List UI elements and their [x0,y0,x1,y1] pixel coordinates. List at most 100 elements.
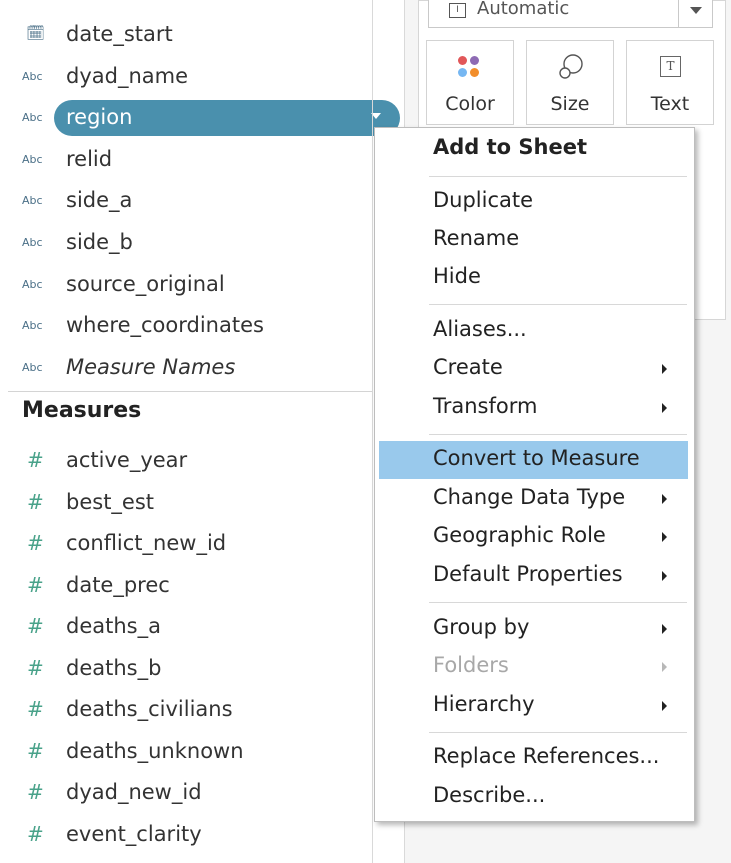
field-label: dyad_new_id [66,780,202,804]
hash-icon: # [27,738,44,763]
abc-icon: Abc [22,194,43,208]
chevron-right-icon [662,403,667,413]
field-deaths_civilians[interactable]: # deaths_civilians [0,691,372,731]
menu-item-geographic-role[interactable]: Geographic Role [375,518,694,556]
abc-icon: Abc [22,152,43,166]
hash-icon: # [27,655,44,680]
menu-item-label: Folders [433,653,509,677]
chevron-down-icon[interactable] [678,0,712,27]
field-label: deaths_civilians [66,697,233,721]
field-relid[interactable]: Abc relid [0,141,372,181]
field-label: where_coordinates [66,313,264,338]
abc-icon: Abc [22,360,43,374]
field-deaths_b[interactable]: # deaths_b [0,650,372,690]
menu-item-transform[interactable]: Transform [375,389,694,427]
field-date_start[interactable]: 🗓 date_start [0,16,372,56]
menu-item-aliases[interactable]: Aliases... [375,312,694,350]
field-side_b[interactable]: Abc side_b [0,224,372,264]
field-best_est[interactable]: # best_est [0,484,372,524]
menu-item-describe[interactable]: Describe... [375,778,694,816]
menu-item-create[interactable]: Create [375,350,694,388]
menu-item-replace-references[interactable]: Replace References... [375,739,694,777]
text-button[interactable]: T Text [626,40,714,125]
chevron-right-icon [662,662,667,672]
hash-icon: # [27,614,44,638]
menu-item-label: Describe... [433,783,546,807]
menu-item-add-to-sheet[interactable]: Add to Sheet [375,130,694,168]
field-deaths_a[interactable]: # deaths_a [0,608,372,648]
field-event_clarity[interactable]: # event_clarity [0,816,372,856]
field-measure-names[interactable]: Abc Measure Names [0,349,372,389]
field-conflict_new_id[interactable]: # conflict_new_id [0,525,372,565]
section-divider [8,391,372,392]
menu-item-label: Create [433,355,503,379]
menu-item-label: Add to Sheet [433,135,588,159]
size-button[interactable]: Size [526,40,614,125]
menu-item-label: Geographic Role [433,523,606,547]
chevron-right-icon [662,532,667,542]
field-label: side_a [66,188,133,213]
menu-item-rename[interactable]: Rename [375,221,694,259]
field-region[interactable]: Abc region [0,99,400,139]
menu-item-label: Change Data Type [433,485,626,509]
menu-item-convert-to-measure[interactable]: Convert to Measure [379,441,688,479]
field-label: deaths_unknown [66,738,244,763]
menu-item-label: Group by [433,615,530,639]
hash-icon: # [27,572,44,597]
menu-item-label: Hide [433,264,481,288]
size-circles-icon [559,54,583,79]
menu-item-label: Duplicate [433,188,534,212]
menu-item-hide[interactable]: Hide [375,259,694,297]
menu-item-label: Aliases... [433,317,527,341]
context-menu: Add to Sheet Duplicate Rename Hide Aliases..… [374,127,695,822]
menu-item-duplicate[interactable]: Duplicate [375,183,694,221]
field-date_prec[interactable]: # date_prec [0,567,372,607]
menu-separator [429,176,687,177]
chevron-right-icon [662,494,667,504]
menu-item-default-properties[interactable]: Default Properties [375,557,694,595]
abc-icon: Abc [22,236,43,249]
hash-icon: # [27,780,44,804]
menu-item-label: Rename [433,226,520,250]
field-dyad_name[interactable]: Abc dyad_name [0,58,372,98]
menu-item-group-by[interactable]: Group by [375,610,694,648]
size-button-label: Size [550,93,590,115]
menu-item-hierarchy[interactable]: Hierarchy [375,687,694,725]
field-label: dyad_name [66,63,189,88]
field-label: date_start [66,22,173,46]
field-where_coordinates[interactable]: Abc where_coordinates [0,307,372,347]
text-button-label: Text [650,93,690,115]
menu-item-label: Default Properties [433,562,623,586]
mark-type-dropdown[interactable]: I Automatic [428,0,713,28]
field-label: side_b [66,230,133,254]
mark-type-icon: I [449,3,466,18]
hash-icon: # [27,821,44,846]
abc-icon: Abc [22,69,43,83]
menu-item-folders: Folders [375,648,694,686]
color-button-label: Color [445,93,495,115]
chevron-right-icon [662,364,667,374]
data-pane: 🗓 date_start Abc dyad_name Abc region Abc relid… [0,0,400,863]
menu-item-label: Replace References... [433,744,660,768]
calendar-icon: 🗓 [26,24,46,42]
menu-item-label: Convert to Measure [433,446,640,470]
field-label: conflict_new_id [66,531,227,555]
abc-icon: Abc [22,319,43,333]
pane-divider[interactable] [372,0,373,863]
hash-icon: # [27,489,44,514]
menu-item-label: Hierarchy [433,692,535,716]
color-button[interactable]: Color [426,40,514,125]
field-label: best_est [66,489,155,514]
menu-separator [429,732,687,733]
menu-separator [429,434,687,435]
field-label: active_year [66,448,188,472]
menu-item-label: Transform [433,394,538,418]
field-label: region [66,105,133,130]
menu-separator [429,602,687,603]
field-source_original[interactable]: Abc source_original [0,266,372,306]
field-deaths_unknown[interactable]: # deaths_unknown [0,733,372,773]
field-active_year[interactable]: # active_year [0,442,372,482]
menu-item-change-data-type[interactable]: Change Data Type [375,480,694,518]
field-side_a[interactable]: Abc side_a [0,182,372,222]
field-dyad_new_id[interactable]: # dyad_new_id [0,774,372,814]
